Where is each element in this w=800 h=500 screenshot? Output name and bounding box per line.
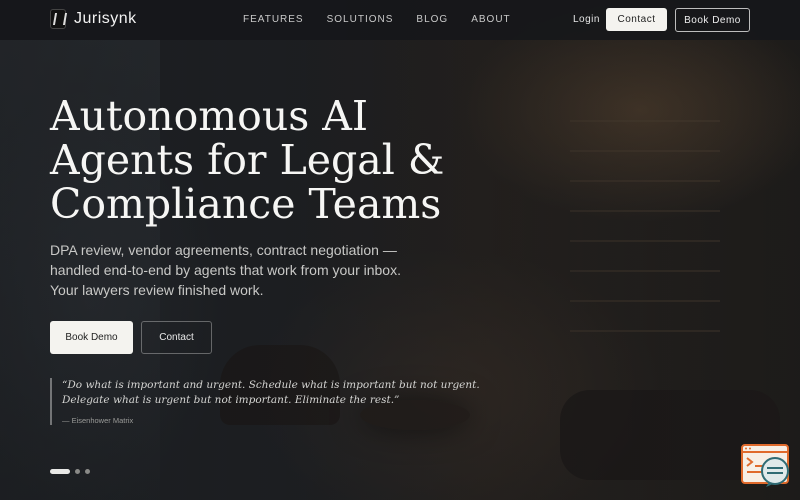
hourglass-logo-icon bbox=[50, 9, 66, 29]
hero-title: Autonomous AI Agents for Legal & Complia… bbox=[50, 92, 445, 228]
carousel-dot-2[interactable] bbox=[75, 469, 80, 474]
nav-link-solutions[interactable]: SOLUTIONS bbox=[327, 14, 394, 25]
book-demo-button[interactable]: Book Demo bbox=[50, 321, 133, 354]
quote-source: — Eisenhower Matrix bbox=[62, 416, 134, 425]
quote-text: “Do what is important and urgent. Schedu… bbox=[62, 379, 480, 406]
nav-link-blog[interactable]: BLOG bbox=[416, 14, 448, 25]
contact-button[interactable]: Contact bbox=[141, 321, 212, 354]
hero-subtitle: DPA review, vendor agreements, contract … bbox=[50, 242, 401, 298]
nav-link-about[interactable]: ABOUT bbox=[471, 14, 510, 25]
nav-links: FEATURES SOLUTIONS BLOG ABOUT bbox=[243, 14, 511, 25]
brand[interactable]: Jurisynk bbox=[50, 9, 137, 29]
brand-name: Jurisynk bbox=[74, 10, 137, 27]
carousel-dot-3[interactable] bbox=[85, 469, 90, 474]
chat-widget-button[interactable] bbox=[741, 444, 791, 488]
nav-contact-button[interactable]: Contact bbox=[606, 8, 667, 31]
top-navbar: Jurisynk FEATURES SOLUTIONS BLOG ABOUT L… bbox=[0, 0, 800, 40]
chat-widget-icon bbox=[741, 444, 789, 487]
quote-block: “Do what is important and urgent. Schedu… bbox=[50, 378, 490, 425]
carousel-indicators bbox=[50, 469, 90, 474]
nav-book-demo-button[interactable]: Book Demo bbox=[675, 8, 750, 32]
nav-link-features[interactable]: FEATURES bbox=[243, 14, 304, 25]
carousel-dot-1[interactable] bbox=[50, 469, 70, 474]
login-link[interactable]: Login bbox=[573, 14, 600, 25]
